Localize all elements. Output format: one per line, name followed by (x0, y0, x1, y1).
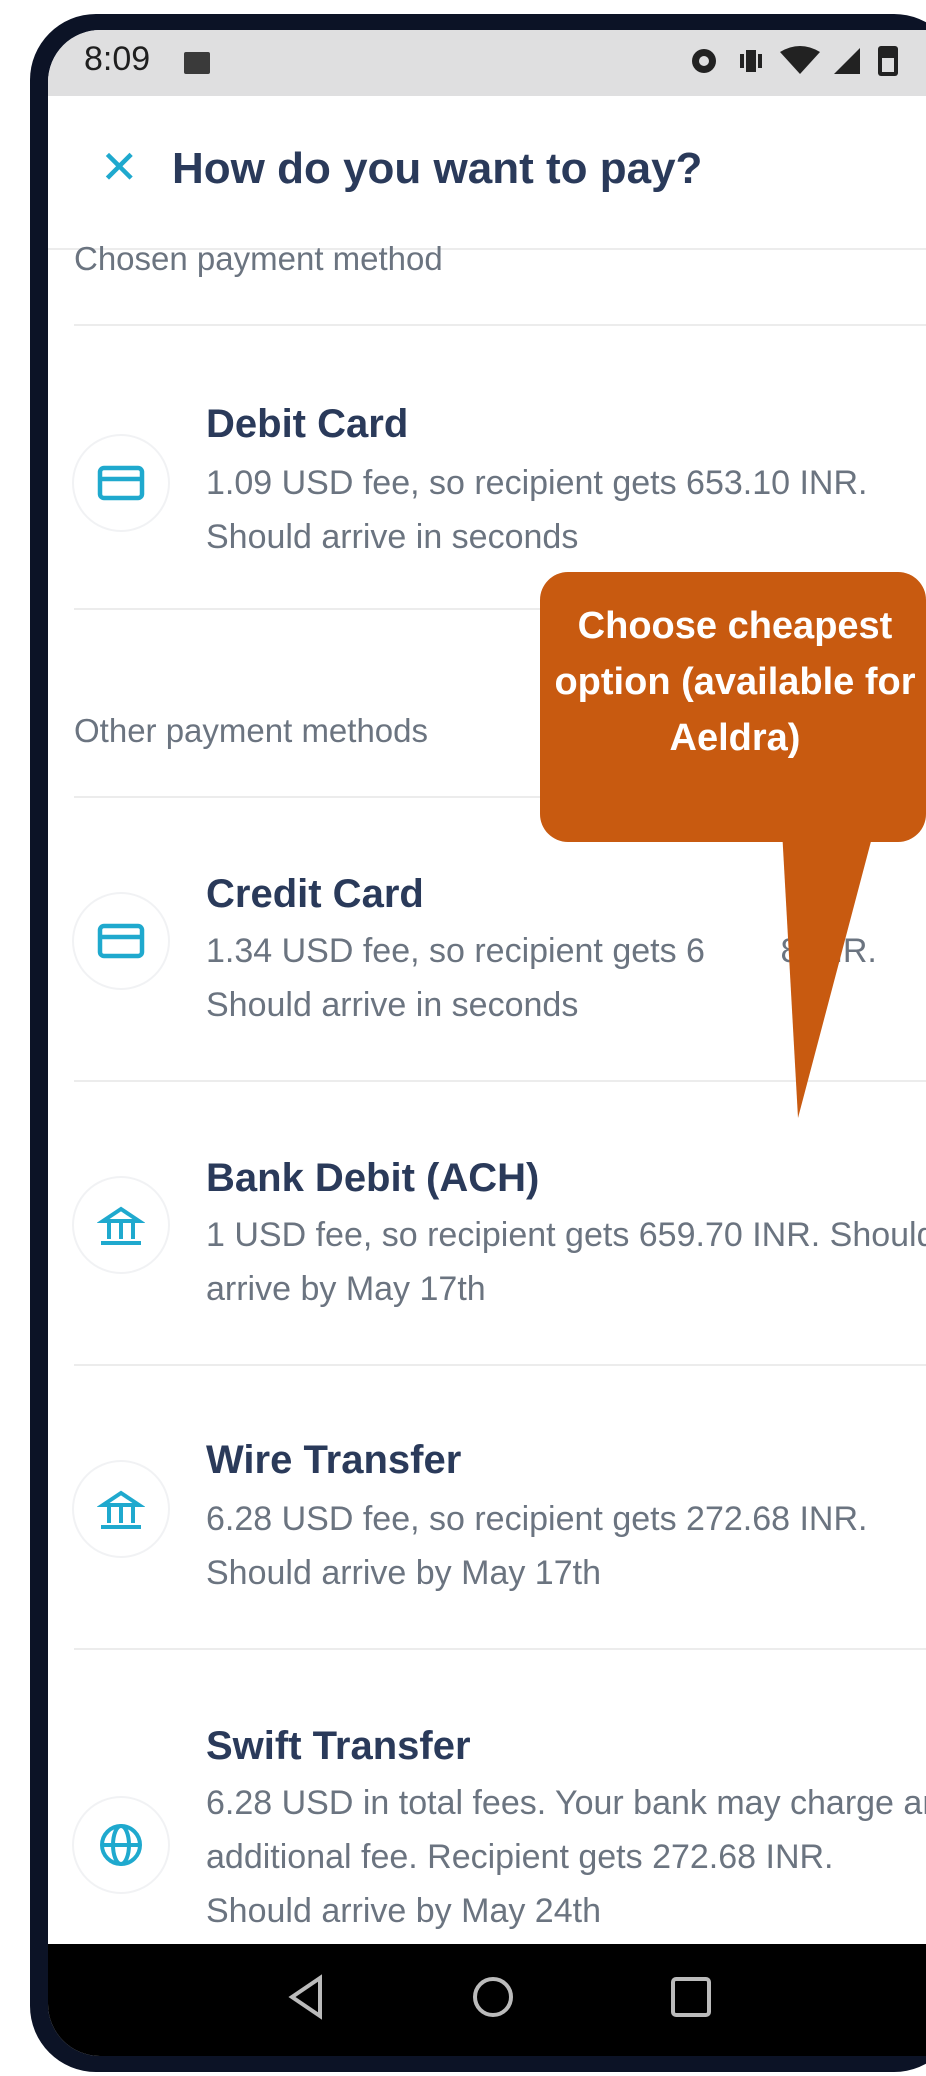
callout-text: Choose cheapest option (available for Ae… (554, 605, 916, 759)
status-bar: 8:09 (48, 30, 926, 96)
navigation-bar (48, 1944, 926, 2056)
section-other-label: Other payment methods (74, 712, 429, 749)
page-title: How do you want to pay? (172, 144, 703, 193)
status-icons (688, 40, 918, 88)
card-icon (74, 894, 168, 988)
app-header: ✕ How do you want to pay? (48, 96, 926, 250)
callout-pointer-icon (782, 830, 874, 1118)
method-title: Swift Transfer (206, 1724, 471, 1768)
method-desc: 6.28 USD fee, so recipient gets 272.68 I… (206, 1500, 868, 1592)
method-title: Wire Transfer (206, 1438, 462, 1482)
bank-icon (74, 1178, 168, 1272)
close-icon[interactable]: ✕ (100, 140, 139, 194)
method-desc: 1.09 USD fee, so recipient gets 653.10 I… (206, 464, 868, 556)
image-notification-icon (184, 52, 210, 74)
alarm-vibrate-wifi-signal-battery-icon (692, 46, 898, 76)
payment-method-wire-transfer[interactable]: Wire Transfer 6.28 USD fee, so recipient… (48, 1366, 926, 1648)
method-title: Bank Debit (ACH) (206, 1156, 540, 1200)
section-chosen-label: Chosen payment method (74, 240, 443, 277)
status-time: 8:09 (84, 40, 151, 78)
method-title: Credit Card (206, 872, 424, 916)
back-icon[interactable] (286, 1972, 326, 2027)
method-desc: 6.28 USD in total fees. Your bank may ch… (206, 1784, 926, 1930)
callout-annotation: Choose cheapest option (available for Ae… (540, 572, 926, 842)
card-icon (74, 436, 168, 530)
bank-icon (74, 1462, 168, 1556)
recent-apps-icon[interactable] (668, 1974, 714, 2025)
payment-method-swift-transfer[interactable]: Swift Transfer 6.28 USD in total fees. Y… (48, 1650, 926, 1950)
home-icon[interactable] (468, 1972, 518, 2027)
globe-icon (74, 1798, 168, 1892)
payment-method-bank-debit[interactable]: Bank Debit (ACH) 1 USD fee, so recipient… (48, 1082, 926, 1364)
method-title: Debit Card (206, 402, 409, 446)
payment-method-debit-card[interactable]: Debit Card 1.09 USD fee, so recipient ge… (48, 326, 926, 608)
callout-box: Choose cheapest option (available for Ae… (540, 572, 926, 842)
method-desc: 1 USD fee, so recipient gets 659.70 INR.… (206, 1216, 926, 1308)
